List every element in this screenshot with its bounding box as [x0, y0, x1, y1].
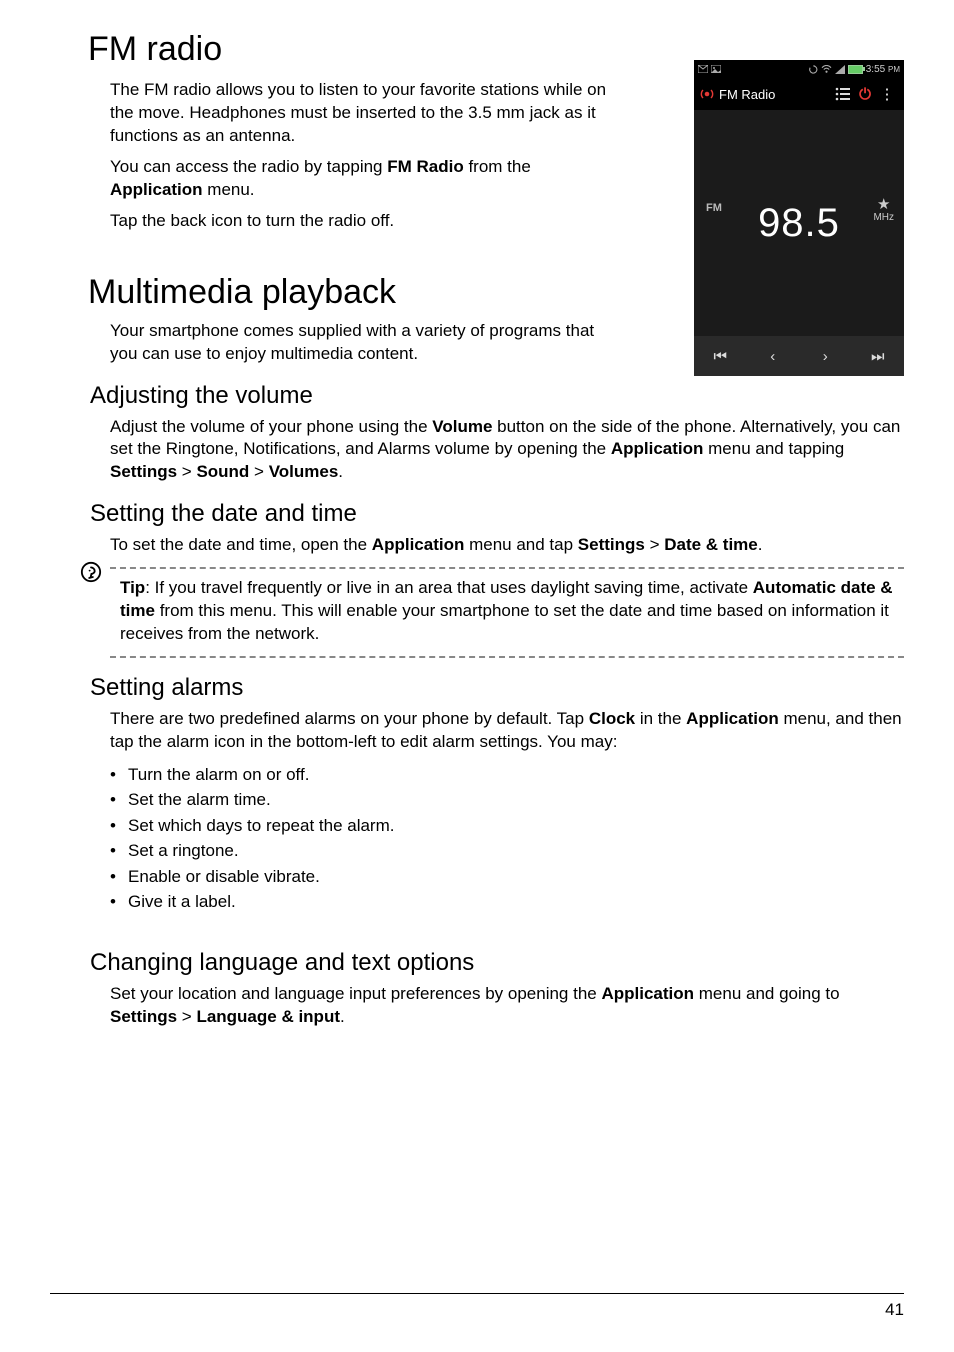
battery-icon [848, 65, 863, 74]
date-time-paragraph: To set the date and time, open the Appli… [110, 534, 904, 557]
seek-down-button[interactable]: ‹ [747, 336, 800, 376]
frequency-value: 98.5 [758, 201, 840, 246]
overflow-menu-icon[interactable]: ⋮ [876, 85, 898, 103]
fm-radio-screenshot: 3:55 PM FM Radio ⏻ ⋮ FM 98.5 ★ MHz ⏮ ‹ ›… [694, 60, 904, 376]
list-item: •Set a ringtone. [110, 838, 904, 864]
band-label: FM [706, 202, 722, 214]
status-ampm: PM [888, 65, 900, 74]
heading-date-time: Setting the date and time [90, 500, 904, 528]
signal-icon [835, 65, 845, 74]
star-icon: ★ [873, 198, 894, 212]
phone-status-bar: 3:55 PM [694, 60, 904, 78]
phone-main-area: FM 98.5 ★ MHz [694, 110, 904, 336]
language-paragraph: Set your location and language input pre… [110, 983, 904, 1029]
alarms-paragraph: There are two predefined alarms on your … [110, 708, 904, 754]
heading-volume: Adjusting the volume [90, 382, 904, 410]
radio-app-icon [700, 87, 714, 101]
list-icon[interactable] [832, 87, 854, 101]
power-icon[interactable]: ⏻ [854, 86, 876, 103]
page-footer: 41 [50, 1293, 904, 1320]
image-icon [711, 65, 721, 73]
heading-alarms: Setting alarms [90, 674, 904, 702]
list-item: •Enable or disable vibrate. [110, 864, 904, 890]
favorite-indicator[interactable]: ★ MHz [873, 198, 894, 223]
tip-box: Tip: If you travel frequently or live in… [110, 567, 904, 658]
wifi-icon [821, 65, 832, 74]
seek-up-button[interactable]: › [799, 336, 852, 376]
status-time: 3:55 [866, 64, 885, 75]
volume-paragraph: Adjust the volume of your phone using th… [110, 416, 904, 485]
heading-language: Changing language and text options [90, 949, 904, 977]
mail-icon [698, 65, 708, 73]
unit-label: MHz [873, 212, 894, 223]
fm-paragraph-1: The FM radio allows you to listen to you… [110, 79, 620, 148]
alarms-bullet-list: •Turn the alarm on or off. •Set the alar… [110, 762, 904, 915]
list-item: •Give it a label. [110, 889, 904, 915]
page-number: 41 [50, 1300, 904, 1320]
list-item: •Set which days to repeat the alarm. [110, 813, 904, 839]
fm-paragraph-2: You can access the radio by tapping FM R… [110, 156, 620, 202]
fm-paragraph-3: Tap the back icon to turn the radio off. [110, 210, 620, 233]
tip-text: Tip: If you travel frequently or live in… [110, 573, 904, 652]
mm-paragraph-1: Your smartphone comes supplied with a va… [110, 320, 620, 366]
list-item: •Turn the alarm on or off. [110, 762, 904, 788]
tip-icon [80, 561, 102, 583]
list-item: •Set the alarm time. [110, 787, 904, 813]
prev-station-button[interactable]: ⏮ [694, 336, 747, 376]
sync-icon [809, 65, 818, 74]
phone-app-title: FM Radio [719, 87, 832, 102]
next-station-button[interactable]: ⏭ [852, 336, 905, 376]
phone-controls: ⏮ ‹ › ⏭ [694, 336, 904, 376]
phone-app-bar: FM Radio ⏻ ⋮ [694, 78, 904, 110]
